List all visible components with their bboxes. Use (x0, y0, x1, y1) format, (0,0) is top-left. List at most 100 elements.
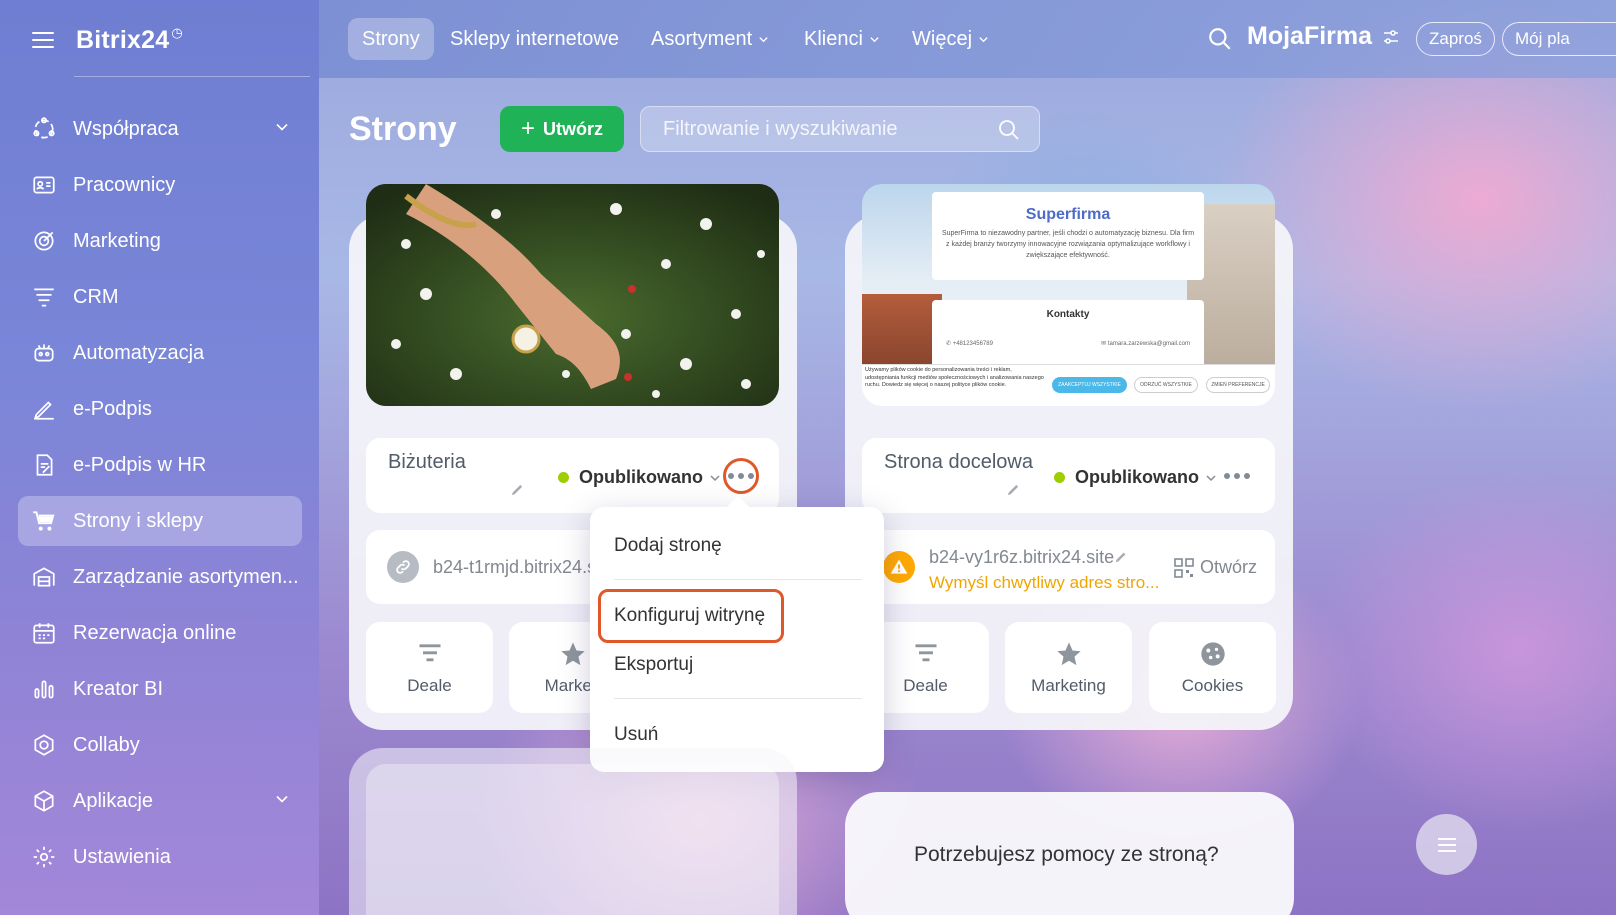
link-icon (387, 551, 419, 583)
site-url[interactable]: b24-vy1r6z.bitrix24.site (929, 547, 1114, 568)
tab-sklepy-internetowe[interactable]: Sklepy internetowe (436, 18, 633, 60)
help-card[interactable]: Potrzebujesz pomocy ze stroną? (845, 792, 1294, 915)
sidebar-item-zarzadzanie-asortymentem[interactable]: Zarządzanie asortymen... (18, 552, 302, 602)
jewelry-photo (366, 184, 779, 406)
site-name[interactable]: Strona docelowa (884, 451, 1033, 474)
chevron-down-icon[interactable] (276, 793, 288, 805)
site-preview-partial[interactable] (366, 764, 779, 915)
company-label: MojaFirma (1247, 22, 1373, 50)
filter-search-input[interactable]: Filtrowanie i wyszukiwanie (640, 106, 1040, 152)
sidebar-item-wspolpraca[interactable]: Współpraca (18, 104, 302, 154)
star-icon (560, 641, 585, 665)
collaby-icon (30, 731, 58, 759)
my-plan-button[interactable]: Mój pla (1502, 22, 1616, 56)
site-url-box: b24-vy1r6z.bitrix24.site Wymyśl chwytliw… (862, 530, 1275, 604)
tab-asortyment[interactable]: Asortyment (637, 18, 783, 60)
clock-icon: ◷ (171, 25, 183, 40)
cookie-prefs-button[interactable]: ZMIEŃ PREFERENCJE (1206, 377, 1270, 393)
star-icon (1056, 641, 1081, 665)
status-label: Opublikowano (1075, 467, 1199, 487)
qr-code-icon (1174, 557, 1194, 578)
sidebar-item-automatyzacja[interactable]: Automatyzacja (18, 328, 302, 378)
sidebar-item-kreator-bi[interactable]: Kreator BI (18, 664, 302, 714)
settings-gear-icon (30, 843, 58, 871)
page-title: Strony (349, 110, 457, 148)
automation-icon (30, 339, 58, 367)
sidebar-item-epodpis[interactable]: e-Podpis (18, 384, 302, 434)
chat-menu-button[interactable] (1416, 814, 1477, 875)
publish-status-dropdown[interactable]: Opublikowano (1054, 467, 1217, 488)
sidebar-item-strony-i-sklepy[interactable]: Strony i sklepy (18, 496, 302, 546)
invite-button[interactable]: Zaproś (1416, 22, 1495, 56)
plus-icon: + (520, 115, 535, 142)
list-icon (1437, 837, 1456, 852)
tile-marketing[interactable]: Marketing (1005, 622, 1132, 713)
create-button[interactable]: + Utwórz (500, 106, 624, 152)
site-url[interactable]: b24-t1rmjd.bitrix24.s (433, 557, 596, 578)
crm-icon (30, 283, 58, 311)
employees-icon (30, 171, 58, 199)
tab-label: Strony (362, 27, 420, 50)
pencil-edit-icon[interactable] (1006, 482, 1021, 497)
bi-chart-icon (30, 675, 58, 703)
tile-cookies[interactable]: Cookies (1149, 622, 1276, 713)
search-icon[interactable] (1207, 26, 1233, 52)
sidebar-item-epodpis-hr[interactable]: e-Podpis w HR (18, 440, 302, 490)
company-name[interactable]: MojaFirma (1247, 22, 1400, 51)
url-warning[interactable]: Wymyśl chwytliwy adres stro... (929, 573, 1159, 593)
tile-label: Deale (407, 675, 452, 695)
sidebar-item-label: Pracownicy (73, 173, 176, 196)
brand-logo[interactable]: Bitrix24 (76, 26, 169, 55)
create-label: Utwórz (543, 118, 603, 139)
pencil-edit-icon[interactable] (510, 482, 525, 497)
pencil-edit-icon[interactable] (1114, 550, 1128, 564)
sidebar-item-marketing[interactable]: Marketing (18, 216, 302, 266)
publish-status-dropdown[interactable]: Opublikowano (558, 467, 721, 488)
marketing-icon (30, 227, 58, 255)
esign-icon (30, 395, 58, 423)
sidebar-item-pracownicy[interactable]: Pracownicy (18, 160, 302, 210)
tab-label: Sklepy internetowe (450, 27, 619, 50)
filter-settings-icon[interactable] (1382, 28, 1400, 46)
tile-deale[interactable]: Deale (366, 622, 493, 713)
tab-label: Asortyment (651, 27, 753, 50)
sidebar-item-label: Marketing (73, 229, 161, 252)
open-button[interactable]: Otwórz (1174, 557, 1257, 578)
sidebar-item-crm[interactable]: CRM (18, 272, 302, 322)
more-actions-button[interactable] (1219, 458, 1255, 494)
sidebar-item-collaby[interactable]: Collaby (18, 720, 302, 770)
cart-icon (30, 507, 58, 535)
sidebar-item-label: CRM (73, 285, 119, 308)
site-preview-image[interactable] (366, 184, 779, 406)
sidebar-item-ustawienia[interactable]: Ustawienia (18, 832, 302, 882)
sidebar-item-aplikacje[interactable]: Aplikacje (18, 776, 302, 826)
tab-strony[interactable]: Strony (348, 18, 434, 60)
divider (74, 76, 310, 77)
chevron-down-icon (710, 474, 720, 481)
tab-klienci[interactable]: Klienci (790, 18, 894, 60)
menu-item-konfiguruj-witryne[interactable]: Konfiguruj witrynę (614, 605, 765, 627)
sidebar-item-label: Strony i sklepy (73, 509, 204, 532)
status-dot (558, 472, 569, 483)
site-name-box: Biżuteria Opublikowano (366, 438, 779, 513)
sidebar-item-label: Współpraca (73, 117, 179, 140)
status-dot (1054, 472, 1065, 483)
search-icon[interactable] (997, 118, 1021, 142)
hamburger-menu-icon[interactable] (32, 32, 54, 48)
more-actions-button[interactable] (723, 458, 759, 494)
chevron-down-icon[interactable] (276, 121, 288, 133)
site-name[interactable]: Biżuteria (388, 451, 466, 474)
site-preview-landing[interactable]: Superfirma SuperFirma to niezawodny part… (862, 184, 1275, 406)
mail-icon: ✉ (1101, 341, 1107, 347)
sidebar-item-rezerwacja-online[interactable]: Rezerwacja online (18, 608, 302, 658)
warning-icon (883, 551, 915, 583)
menu-item-dodaj-strone[interactable]: Dodaj stronę (614, 535, 722, 557)
tab-wiecej[interactable]: Więcej (898, 18, 1003, 60)
preview-email: tamara.zarzewska@gmail.com (1107, 341, 1190, 347)
menu-item-usun[interactable]: Usuń (614, 724, 658, 746)
preview-body: SuperFirma to niezawodny partner, jeśli … (941, 230, 1195, 259)
cookie-reject-button[interactable]: ODRZUĆ WSZYSTKIE (1134, 377, 1198, 393)
cookie-accept-button[interactable]: ZAAKCEPTUJ WSZYSTKIE (1052, 377, 1127, 393)
contacts-title: Kontakty (1046, 309, 1090, 320)
menu-item-eksportuj[interactable]: Eksportuj (614, 654, 693, 676)
